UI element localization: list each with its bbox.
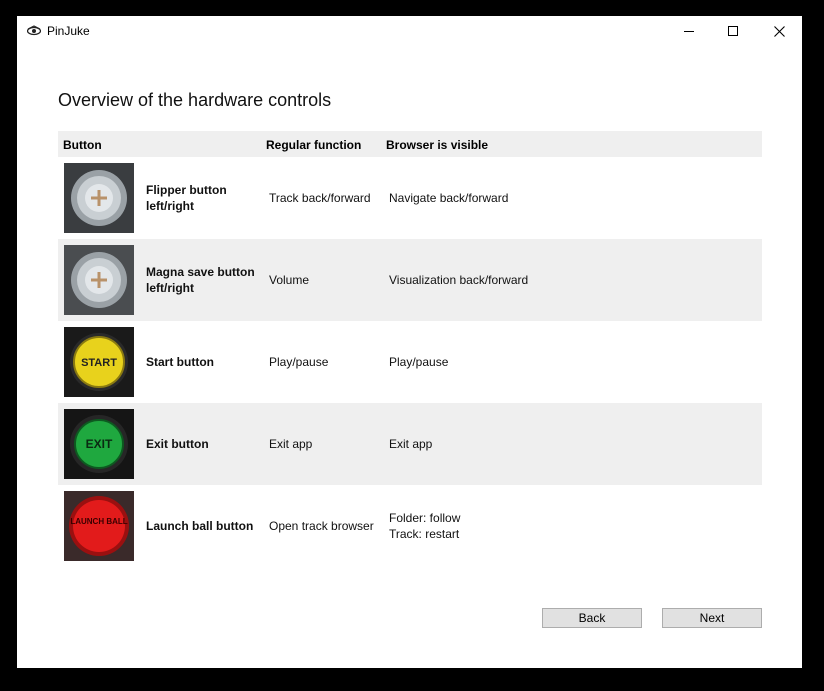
- launch-ball-button-photo: LAUNCH BALL: [64, 491, 134, 561]
- app-window: PinJuke Overview of the hardware control…: [17, 16, 802, 668]
- browser-function-line: Navigate back/forward: [389, 191, 509, 205]
- exit-button-photo: EXIT: [64, 409, 134, 479]
- browser-function: Navigate back/forward: [389, 157, 749, 239]
- browser-function: Visualization back/forward: [389, 239, 749, 321]
- regular-function: Track back/forward: [269, 191, 371, 205]
- exit-photo-label: EXIT: [86, 437, 113, 451]
- button-name: Launch ball button: [146, 519, 254, 533]
- browser-function: Exit app: [389, 403, 749, 485]
- next-button[interactable]: Next: [662, 608, 762, 628]
- table-row: START Start button Play/pause Play/pause: [58, 321, 762, 403]
- magna-save-button-photo: [64, 245, 134, 315]
- controls-table: Button Regular function Browser is visib…: [58, 131, 762, 567]
- table-header: Button Regular function Browser is visib…: [58, 131, 762, 157]
- browser-function-line: Track: restart: [389, 527, 460, 541]
- minimize-icon: [684, 31, 694, 32]
- browser-function: Folder: follow Track: restart: [389, 485, 749, 567]
- column-header-button: Button: [63, 138, 102, 152]
- browser-function: Play/pause: [389, 321, 749, 403]
- button-name: Exit button: [146, 437, 209, 451]
- regular-function: Open track browser: [269, 519, 374, 533]
- regular-function: Play/pause: [269, 355, 329, 369]
- button-name: Magna save button left/right: [146, 265, 255, 295]
- column-header-regular: Regular function: [266, 138, 362, 152]
- launch-photo-label: LAUNCH BALL: [70, 517, 127, 526]
- title-bar: PinJuke: [17, 16, 802, 46]
- back-button[interactable]: Back: [542, 608, 642, 628]
- regular-function: Exit app: [269, 437, 313, 451]
- maximize-button[interactable]: [710, 16, 756, 46]
- column-header-browser: Browser is visible: [386, 138, 489, 152]
- browser-function-line: Play/pause: [389, 355, 449, 369]
- close-icon: [773, 25, 785, 37]
- table-row: EXIT Exit button Exit app Exit app: [58, 403, 762, 485]
- minimize-button[interactable]: [666, 16, 712, 46]
- table-row: LAUNCH BALL Launch ball button Open trac…: [58, 485, 762, 567]
- start-photo-label: START: [81, 357, 117, 369]
- pinjuke-logo-icon: [27, 25, 41, 36]
- close-button[interactable]: [756, 16, 802, 46]
- page-title: Overview of the hardware controls: [58, 90, 332, 110]
- button-name: Flipper button left/right: [146, 183, 227, 213]
- table-row: Magna save button left/right Volume Visu…: [58, 239, 762, 321]
- table-row: Flipper button left/right Track back/for…: [58, 157, 762, 239]
- browser-function-line: Visualization back/forward: [389, 273, 529, 287]
- window-title: PinJuke: [47, 24, 90, 38]
- start-button-photo: START: [64, 327, 134, 397]
- button-name: Start button: [146, 355, 214, 369]
- browser-function-line: Exit app: [389, 437, 433, 451]
- regular-function: Volume: [269, 273, 310, 287]
- maximize-icon: [728, 26, 738, 36]
- browser-function-line: Folder: follow: [389, 511, 461, 525]
- flipper-button-photo: [64, 163, 134, 233]
